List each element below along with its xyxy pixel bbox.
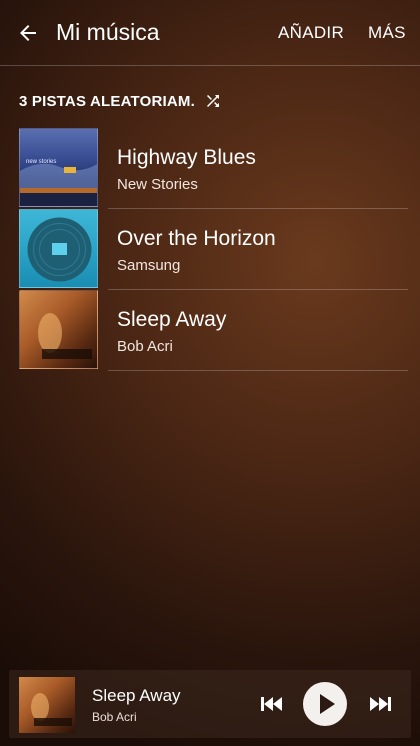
- play-icon: [320, 694, 335, 714]
- track-title: Sleep Away: [117, 308, 227, 331]
- album-art: [19, 209, 98, 288]
- shuffle-label: 3 PISTAS ALEATORIAM.: [19, 92, 195, 110]
- album-art-text: new stories: [26, 159, 57, 165]
- player-album-art: [19, 677, 75, 733]
- track-title: Over the Horizon: [117, 227, 276, 250]
- shuffle-icon: [206, 95, 219, 107]
- track-item[interactable]: new stories Highway Blues New Stories: [0, 128, 420, 209]
- page-title: Mi música: [56, 19, 160, 45]
- previous-track-icon[interactable]: [260, 694, 284, 714]
- track-artist: Bob Acri: [117, 338, 173, 355]
- track-item[interactable]: Over the Horizon Samsung: [0, 209, 420, 290]
- mini-player[interactable]: Sleep Away Bob Acri: [9, 670, 411, 738]
- more-button[interactable]: MÁS: [368, 23, 406, 43]
- player-track-artist: Bob Acri: [92, 710, 137, 724]
- back-arrow-icon[interactable]: [16, 21, 40, 45]
- play-button[interactable]: [303, 682, 347, 726]
- track-title: Highway Blues: [117, 146, 256, 169]
- track-item[interactable]: Sleep Away Bob Acri: [0, 290, 420, 371]
- track-artist: New Stories: [117, 176, 198, 193]
- app-bar: Mi música AÑADIR MÁS: [0, 0, 420, 66]
- next-track-icon[interactable]: [368, 694, 392, 714]
- divider: [108, 370, 408, 371]
- add-button[interactable]: AÑADIR: [278, 23, 344, 43]
- track-artist: Samsung: [117, 257, 181, 274]
- album-art: [19, 290, 98, 369]
- player-track-title: Sleep Away: [92, 686, 181, 705]
- album-art: new stories: [19, 128, 98, 207]
- shuffle-all-button[interactable]: 3 PISTAS ALEATORIAM.: [19, 92, 223, 110]
